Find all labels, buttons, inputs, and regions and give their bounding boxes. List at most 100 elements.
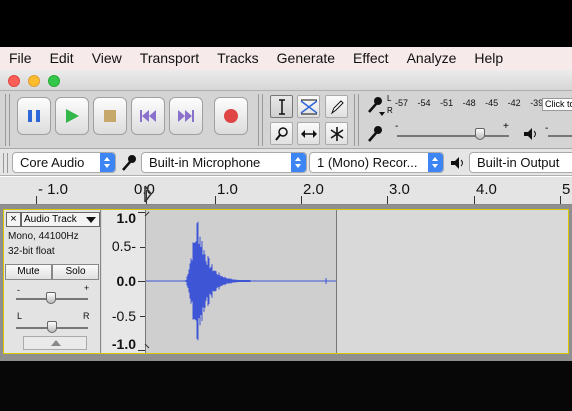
track-format-info: Mono, 44100Hz: [8, 231, 79, 242]
timeline-label-1: 1.0: [217, 181, 238, 198]
zoom-window-button[interactable]: [48, 75, 60, 87]
minimize-window-button[interactable]: [28, 75, 40, 87]
amplitude-label-minus-1: -1.0: [111, 336, 136, 352]
play-icon: [66, 109, 79, 123]
chevron-updown-icon: [428, 153, 443, 172]
menu-file[interactable]: File: [0, 47, 41, 70]
waveform: [146, 221, 336, 341]
speaker-icon: [524, 128, 536, 140]
close-window-button[interactable]: [8, 75, 20, 87]
input-mic-icon: [122, 155, 136, 171]
meter-toolbar: L R -57 -54 -51 -48 -45 -42 -39 Click to…: [354, 91, 572, 149]
meter-scale-42: -42: [507, 98, 521, 108]
pause-icon: [28, 110, 40, 122]
waveform-area[interactable]: [144, 210, 567, 353]
double-arrow-icon: [300, 129, 317, 138]
screen-bottom-area: [0, 355, 572, 411]
input-volume-slider[interactable]: [397, 135, 509, 137]
amplitude-ruler: 1.0 0.5- 0.0 -0.5 -1.0: [102, 210, 146, 353]
device-toolbar: Core Audio Built-in Microphone 1 (Mono) …: [0, 149, 572, 176]
multi-tool[interactable]: [325, 122, 348, 145]
input-volume-mic-icon: [368, 126, 382, 142]
play-button[interactable]: [55, 97, 89, 135]
record-icon: [224, 109, 238, 123]
timeline-label-5: 5: [562, 181, 571, 198]
amplitude-label-0-5: 0.5-: [111, 238, 136, 254]
click-to-monitor-box[interactable]: Click to Start Monitoring: [542, 98, 572, 111]
meter-scale[interactable]: -57 -54 -51 -48 -45 -42 -39: [395, 98, 550, 108]
chevron-updown-icon: [100, 153, 115, 172]
record-meter-mic-icon[interactable]: [365, 95, 385, 117]
meter-grip[interactable]: [354, 94, 359, 146]
gain-minus-label: -: [17, 285, 20, 295]
device-toolbar-grip[interactable]: [3, 153, 8, 173]
menu-help[interactable]: Help: [465, 47, 512, 70]
menu-view[interactable]: View: [83, 47, 131, 70]
mute-button[interactable]: Mute: [5, 264, 52, 280]
input-volume-thumb[interactable]: [475, 128, 485, 140]
meter-right-label: R: [387, 106, 393, 115]
time-shift-tool[interactable]: [297, 122, 320, 145]
amplitude-label-0: 0.0: [116, 273, 136, 289]
input-slider-minus: -: [395, 121, 399, 132]
gain-slider-thumb[interactable]: [46, 292, 56, 304]
stop-icon: [104, 110, 116, 122]
solo-button[interactable]: Solo: [52, 264, 99, 280]
draw-tool[interactable]: [325, 95, 348, 118]
asterisk-icon: [330, 126, 343, 141]
menu-tracks[interactable]: Tracks: [208, 47, 267, 70]
pencil-icon: [330, 99, 344, 114]
pan-right-label: R: [83, 311, 90, 321]
meter-scale-45: -45: [485, 98, 499, 108]
envelope-tool[interactable]: [297, 95, 320, 118]
track-name-menu[interactable]: Audio Track: [21, 212, 100, 227]
menu-analyze[interactable]: Analyze: [398, 47, 466, 70]
timeline-label-2: 2.0: [303, 181, 324, 198]
skip-end-icon: [178, 110, 194, 122]
input-slider-plus: +: [503, 121, 509, 132]
timeline-label-minus1: - 1.0: [38, 181, 69, 198]
zoom-tool[interactable]: [270, 122, 293, 145]
record-button[interactable]: [214, 97, 248, 135]
dropdown-arrow-icon: [86, 217, 96, 223]
play-head-marker-icon[interactable]: [143, 185, 153, 203]
chevron-updown-icon: [291, 153, 306, 172]
window-title-bar: [0, 70, 572, 91]
output-slider-minus: -: [545, 123, 549, 134]
recording-channels-select[interactable]: 1 (Mono) Recor...: [309, 152, 444, 173]
meter-scale-57: -57: [395, 98, 409, 108]
audio-host-select[interactable]: Core Audio: [12, 152, 116, 173]
gain-plus-label: +: [84, 283, 90, 293]
magnifier-icon: [274, 126, 288, 141]
skip-to-start-button[interactable]: [131, 97, 165, 135]
timeline-label-3: 3.0: [389, 181, 410, 198]
meter-left-label: L: [387, 94, 392, 103]
menu-effect[interactable]: Effect: [344, 47, 398, 70]
timeline-label-4: 4.0: [476, 181, 497, 198]
menu-edit[interactable]: Edit: [41, 47, 83, 70]
tools-grip[interactable]: [258, 94, 263, 146]
recording-device-select[interactable]: Built-in Microphone: [141, 152, 307, 173]
collapse-track-button[interactable]: [23, 336, 87, 350]
playback-device-select[interactable]: Built-in Output: [469, 152, 572, 173]
menu-generate[interactable]: Generate: [268, 47, 344, 70]
pause-button[interactable]: [17, 97, 51, 135]
pan-slider-thumb[interactable]: [47, 321, 57, 333]
stop-button[interactable]: [93, 97, 127, 135]
track-panel-bottom-strip: [0, 355, 572, 361]
menu-bar: File Edit View Transport Tracks Generate…: [0, 47, 572, 70]
playback-device-value: Built-in Output: [477, 155, 560, 170]
track-name-label: Audio Track: [24, 214, 77, 225]
recording-channels-value: 1 (Mono) Recor...: [317, 155, 418, 170]
output-volume-slider[interactable]: [548, 135, 572, 137]
selection-tool[interactable]: [270, 95, 293, 118]
meter-scale-48: -48: [462, 98, 476, 108]
timeline-ruler[interactable]: - 1.0 0.0 1.0 2.0 3.0 4.0 5: [0, 177, 572, 205]
toolbar-grip[interactable]: [5, 94, 10, 146]
output-speaker-icon: [451, 157, 463, 169]
track-close-button[interactable]: ×: [6, 212, 21, 227]
skip-to-end-button[interactable]: [169, 97, 203, 135]
amplitude-label-minus-0-5: -0.5: [111, 308, 136, 324]
screen-top-background: [0, 0, 572, 47]
menu-transport[interactable]: Transport: [131, 47, 208, 70]
